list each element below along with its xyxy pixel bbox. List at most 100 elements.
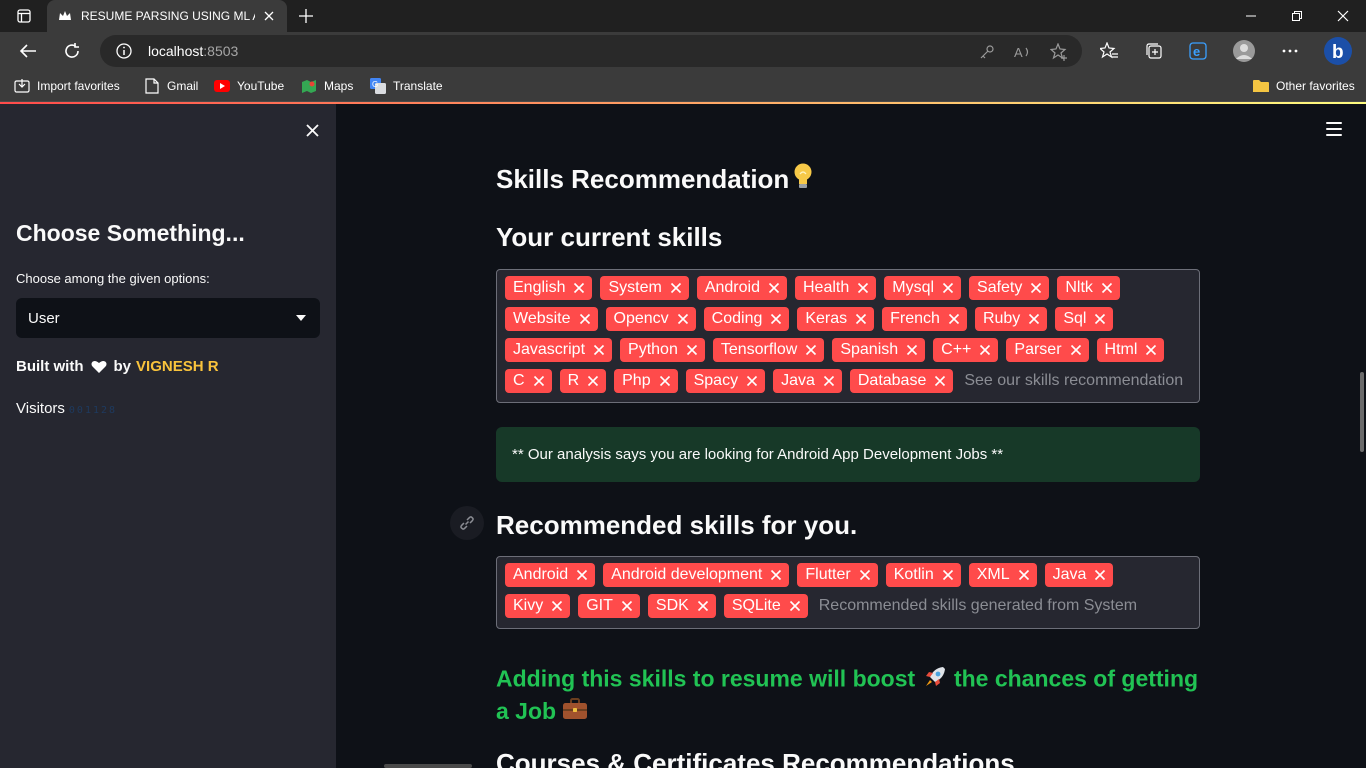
tab-close-icon[interactable]	[261, 8, 277, 24]
remove-tag-icon[interactable]	[670, 282, 682, 294]
remove-tag-icon[interactable]	[823, 375, 835, 387]
skill-tag[interactable]: Android development	[603, 563, 790, 587]
remove-tag-icon[interactable]	[1028, 313, 1040, 325]
skill-tag[interactable]: GIT	[578, 594, 640, 618]
restore-icon[interactable]	[1274, 0, 1320, 32]
favorite-youtube[interactable]: YouTube	[214, 77, 284, 95]
favorite-translate[interactable]: G Translate	[370, 77, 443, 95]
browser-tab-active[interactable]: RESUME PARSING USING ML AN	[47, 0, 287, 32]
vertical-scrollbar[interactable]	[1360, 372, 1364, 452]
horizontal-scrollbar[interactable]	[384, 764, 472, 768]
remove-tag-icon[interactable]	[1070, 344, 1082, 356]
skill-tag[interactable]: Mysql	[884, 276, 962, 300]
favorite-maps[interactable]: Maps	[301, 77, 353, 95]
minimize-icon[interactable]	[1228, 0, 1274, 32]
address-bar[interactable]: localhost:8503 A	[100, 35, 1082, 67]
skill-tag[interactable]: Sql	[1055, 307, 1114, 331]
skill-tag[interactable]: Opencv	[605, 307, 696, 331]
edge-ie-mode-icon[interactable]: e	[1185, 38, 1211, 64]
back-arrow-icon[interactable]	[14, 37, 42, 65]
skill-tag[interactable]: Php	[614, 369, 678, 393]
remove-tag-icon[interactable]	[979, 344, 991, 356]
bing-icon[interactable]: b	[1322, 35, 1354, 67]
remove-tag-icon[interactable]	[1018, 569, 1030, 581]
menu-icon[interactable]	[1326, 122, 1342, 136]
user-type-select[interactable]: User	[16, 298, 320, 338]
skill-tag[interactable]: System	[600, 276, 689, 300]
refresh-icon[interactable]	[58, 37, 86, 65]
remove-tag-icon[interactable]	[857, 282, 869, 294]
url-text[interactable]: localhost:8503	[148, 43, 238, 59]
skill-tag[interactable]: Coding	[703, 307, 790, 331]
tag-input-placeholder[interactable]: See our skills recommendation	[964, 369, 1183, 393]
remove-tag-icon[interactable]	[677, 313, 689, 325]
skill-tag[interactable]: SDK	[647, 594, 716, 618]
sidebar-close-icon[interactable]	[302, 120, 322, 140]
remove-tag-icon[interactable]	[770, 313, 782, 325]
remove-tag-icon[interactable]	[859, 569, 871, 581]
skill-tag[interactable]: Html	[1096, 338, 1165, 362]
remove-tag-icon[interactable]	[1094, 313, 1106, 325]
site-info-icon[interactable]	[116, 43, 132, 59]
remove-tag-icon[interactable]	[576, 569, 588, 581]
skill-tag[interactable]: Android	[505, 563, 596, 587]
remove-tag-icon[interactable]	[697, 600, 709, 612]
remove-tag-icon[interactable]	[805, 344, 817, 356]
skill-tag[interactable]: Parser	[1006, 338, 1089, 362]
profile-avatar-icon[interactable]	[1231, 38, 1257, 64]
window-close-icon[interactable]	[1320, 0, 1366, 32]
skill-tag[interactable]: English	[505, 276, 593, 300]
remove-tag-icon[interactable]	[942, 282, 954, 294]
skill-tag[interactable]: Website	[505, 307, 598, 331]
collections-icon[interactable]	[1141, 38, 1167, 64]
remove-tag-icon[interactable]	[906, 344, 918, 356]
remove-tag-icon[interactable]	[579, 313, 591, 325]
current-skills-tag-input[interactable]: English System Android Health Mysql Safety Nlt…	[496, 269, 1200, 403]
remove-tag-icon[interactable]	[768, 282, 780, 294]
remove-tag-icon[interactable]	[593, 344, 605, 356]
key-icon[interactable]	[978, 43, 996, 61]
skill-tag[interactable]: Safety	[969, 276, 1050, 300]
remove-tag-icon[interactable]	[942, 569, 954, 581]
remove-tag-icon[interactable]	[573, 282, 585, 294]
skill-tag[interactable]: French	[882, 307, 967, 331]
remove-tag-icon[interactable]	[533, 375, 545, 387]
remove-tag-icon[interactable]	[948, 313, 960, 325]
remove-tag-icon[interactable]	[746, 375, 758, 387]
skill-tag[interactable]: Nltk	[1057, 276, 1120, 300]
skill-tag[interactable]: Javascript	[505, 338, 613, 362]
new-tab-icon[interactable]	[294, 4, 318, 28]
remove-tag-icon[interactable]	[1145, 344, 1157, 356]
favorites-icon[interactable]	[1096, 38, 1122, 64]
skill-tag[interactable]: SQLite	[723, 594, 808, 618]
skill-tag[interactable]: C++	[933, 338, 999, 362]
favorite-import[interactable]: Import favorites	[14, 77, 120, 95]
remove-tag-icon[interactable]	[855, 313, 867, 325]
remove-tag-icon[interactable]	[587, 375, 599, 387]
skill-tag[interactable]: Kotlin	[885, 563, 961, 587]
skill-tag[interactable]: Ruby	[974, 307, 1048, 331]
skill-tag[interactable]: Tensorflow	[712, 338, 825, 362]
add-favorite-icon[interactable]	[1050, 43, 1068, 61]
tag-input-placeholder[interactable]: Recommended skills generated from System	[819, 594, 1137, 618]
skill-tag[interactable]: Spacy	[685, 369, 766, 393]
other-favorites[interactable]: Other favorites	[1253, 77, 1355, 95]
link-anchor-icon[interactable]	[450, 506, 484, 540]
favorite-gmail[interactable]: Gmail	[144, 77, 198, 95]
skill-tag[interactable]: Kivy	[505, 594, 571, 618]
skill-tag[interactable]: Flutter	[797, 563, 878, 587]
skill-tag[interactable]: Python	[620, 338, 705, 362]
skill-tag[interactable]: Keras	[797, 307, 875, 331]
remove-tag-icon[interactable]	[789, 600, 801, 612]
recommended-skills-tag-input[interactable]: Android Android development Flutter Kotlin X…	[496, 556, 1200, 629]
remove-tag-icon[interactable]	[1030, 282, 1042, 294]
skill-tag[interactable]: Health	[794, 276, 877, 300]
skill-tag[interactable]: R	[559, 369, 607, 393]
remove-tag-icon[interactable]	[551, 600, 563, 612]
remove-tag-icon[interactable]	[621, 600, 633, 612]
author-link[interactable]: VIGNESH R	[136, 358, 219, 375]
skill-tag[interactable]: Java	[773, 369, 842, 393]
skill-tag[interactable]: Android	[696, 276, 787, 300]
skill-tag[interactable]: C	[505, 369, 552, 393]
remove-tag-icon[interactable]	[1101, 282, 1113, 294]
